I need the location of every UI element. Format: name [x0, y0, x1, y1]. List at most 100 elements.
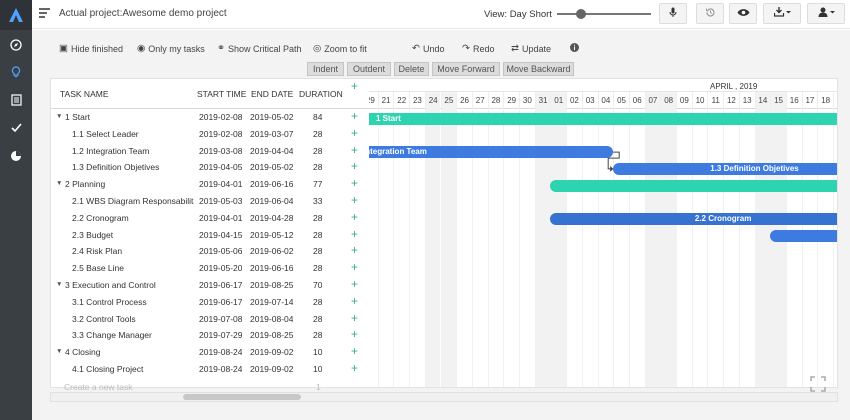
table-row[interactable]: ▼ 2 Planning 2019-04-01 2019-06-16 77 +	[51, 176, 369, 193]
fullscreen-icon[interactable]	[810, 376, 826, 392]
outdent-button[interactable]: Outdent	[347, 62, 391, 76]
move-backward-button[interactable]: Move Backward	[503, 62, 574, 76]
task-name[interactable]: 2 Planning	[65, 179, 195, 189]
table-row[interactable]: ▼ 1 Start 2019-02-08 2019-05-02 84 +	[51, 109, 369, 126]
table-row[interactable]: 4.1 Closing Project 2019-08-24 2019-09-02 1…	[51, 361, 369, 378]
task-start: 2019-08-24	[199, 363, 243, 374]
task-name[interactable]: 3.1 Control Process	[72, 297, 194, 307]
chart-pie-icon[interactable]	[0, 144, 32, 168]
add-subtask-button[interactable]: +	[351, 243, 358, 258]
scrollbar-thumb[interactable]	[183, 394, 301, 400]
gantt-bar[interactable]: 2.2 Cronogram	[550, 213, 837, 226]
task-duration: 28	[313, 296, 323, 307]
task-name[interactable]: 2.2 Cronogram	[72, 213, 194, 223]
add-task-header-button[interactable]: +	[351, 79, 358, 94]
task-name[interactable]: 1.1 Select Leader	[72, 129, 194, 139]
add-subtask-button[interactable]: +	[351, 126, 358, 141]
task-name[interactable]: 3.2 Control Tools	[72, 314, 194, 324]
column-start-time[interactable]: START TIME	[197, 89, 246, 99]
task-name[interactable]: 2.1 WBS Diagram Responsabilities	[72, 196, 194, 206]
microphone-button[interactable]	[659, 3, 687, 24]
zoom-slider[interactable]	[557, 13, 651, 15]
check-icon[interactable]	[0, 116, 32, 140]
column-duration[interactable]: DURATION	[299, 89, 343, 99]
new-task-duration: 1	[316, 381, 321, 392]
redo-button[interactable]: ↷ Redo	[462, 43, 494, 54]
task-end: 2019-04-04	[250, 145, 294, 156]
menu-icon[interactable]	[39, 8, 50, 18]
compass-icon[interactable]	[0, 33, 32, 57]
indent-button[interactable]: Indent	[307, 62, 344, 76]
gantt-bar[interactable]	[550, 179, 837, 192]
add-subtask-button[interactable]: +	[351, 159, 358, 174]
zoom-to-fit-button[interactable]: ◎ Zoom to fit	[313, 43, 367, 54]
zoom-slider-handle[interactable]	[576, 9, 586, 19]
add-subtask-button[interactable]: +	[351, 344, 358, 359]
task-name[interactable]: 3.3 Change Manager	[72, 330, 194, 340]
column-end-date[interactable]: END DATE	[251, 89, 293, 99]
add-subtask-button[interactable]: +	[351, 327, 358, 342]
update-button[interactable]: ⇄ Update	[511, 43, 551, 54]
app-logo[interactable]	[0, 0, 32, 30]
table-row[interactable]: 1.3 Definition Objetives 2019-04-05 2019-0…	[51, 159, 369, 176]
sidebar	[0, 0, 32, 420]
add-subtask-button[interactable]: +	[351, 294, 358, 309]
add-subtask-button[interactable]: +	[351, 176, 358, 191]
collapse-caret-icon[interactable]: ▼	[56, 281, 62, 288]
gantt-bar[interactable]: Integration Team	[369, 146, 614, 159]
gantt-bar[interactable]: 1.3 Definition Objetives	[613, 162, 837, 175]
collapse-caret-icon[interactable]: ▼	[56, 113, 62, 120]
task-name[interactable]: 1 Start	[65, 112, 195, 122]
gantt-bar[interactable]	[770, 230, 837, 243]
collapse-caret-icon[interactable]: ▼	[56, 180, 62, 187]
delete-button[interactable]: Delete	[394, 62, 429, 76]
new-task-input[interactable]: Create a new task	[64, 382, 133, 392]
collapse-caret-icon[interactable]: ▼	[56, 348, 62, 355]
task-name[interactable]: 4 Closing	[65, 347, 195, 357]
move-forward-button[interactable]: Move Forward	[432, 62, 500, 76]
hide-finished-button[interactable]: ▣ Hide finished	[59, 43, 123, 54]
add-subtask-button[interactable]: +	[351, 260, 358, 275]
table-row[interactable]: ▼ 4 Closing 2019-08-24 2019-09-02 10 +	[51, 344, 369, 361]
gantt-bar[interactable]: 1 Start	[369, 112, 837, 125]
table-row[interactable]: 3.2 Control Tools 2019-07-08 2019-08-04 28 +	[51, 311, 369, 328]
add-subtask-button[interactable]: +	[351, 210, 358, 225]
table-row[interactable]: 3.1 Control Process 2019-06-17 2019-07-14 2…	[51, 294, 369, 311]
table-row[interactable]: 2.5 Base Line 2019-05-20 2019-06-16 28 +	[51, 260, 369, 277]
task-name[interactable]: 4.1 Closing Project	[72, 364, 194, 374]
add-subtask-button[interactable]: +	[351, 143, 358, 158]
table-row[interactable]: 2.2 Cronogram 2019-04-01 2019-04-28 28 +	[51, 210, 369, 227]
add-subtask-button[interactable]: +	[351, 193, 358, 208]
undo-icon: ↶	[412, 43, 420, 54]
undo-button[interactable]: ↶ Undo	[412, 43, 444, 54]
table-row[interactable]: 3.3 Change Manager 2019-07-29 2019-08-25 28…	[51, 327, 369, 344]
horizontal-scrollbar[interactable]	[50, 392, 838, 402]
table-row[interactable]: 2.3 Budget 2019-04-15 2019-05-12 28 +	[51, 227, 369, 244]
user-menu-button[interactable]	[807, 3, 845, 24]
task-name[interactable]: 3 Execution and Control	[65, 280, 195, 290]
view-button[interactable]	[729, 3, 757, 24]
add-subtask-button[interactable]: +	[351, 277, 358, 292]
column-task-name[interactable]: TASK NAME	[60, 89, 109, 99]
show-critical-path-button[interactable]: ⚭ Show Critical Path	[217, 43, 302, 54]
task-name[interactable]: 2.5 Base Line	[72, 263, 194, 273]
table-row[interactable]: ▼ 3 Execution and Control 2019-06-17 2019-0…	[51, 277, 369, 294]
add-subtask-button[interactable]: +	[351, 109, 358, 124]
task-name[interactable]: 1.3 Definition Objetives	[72, 162, 194, 172]
task-name[interactable]: 2.4 Risk Plan	[72, 246, 194, 256]
table-row[interactable]: 2.1 WBS Diagram Responsabilities 2019-05-…	[51, 193, 369, 210]
document-icon[interactable]	[0, 88, 32, 112]
table-row[interactable]: 1.2 Integration Team 2019-03-08 2019-04-04…	[51, 143, 369, 160]
add-subtask-button[interactable]: +	[351, 361, 358, 376]
task-name[interactable]: 1.2 Integration Team	[72, 146, 194, 156]
table-row[interactable]: 2.4 Risk Plan 2019-05-06 2019-06-02 28 +	[51, 243, 369, 260]
info-icon[interactable]	[570, 43, 579, 52]
table-row[interactable]: 1.1 Select Leader 2019-02-08 2019-03-07 28 +	[51, 126, 369, 143]
task-name[interactable]: 2.3 Budget	[72, 230, 194, 240]
add-subtask-button[interactable]: +	[351, 227, 358, 242]
add-subtask-button[interactable]: +	[351, 311, 358, 326]
lightbulb-icon[interactable]	[0, 60, 32, 84]
only-my-tasks-button[interactable]: ◉ Only my tasks	[137, 43, 205, 54]
download-button[interactable]	[763, 3, 801, 24]
history-button[interactable]	[696, 3, 724, 24]
